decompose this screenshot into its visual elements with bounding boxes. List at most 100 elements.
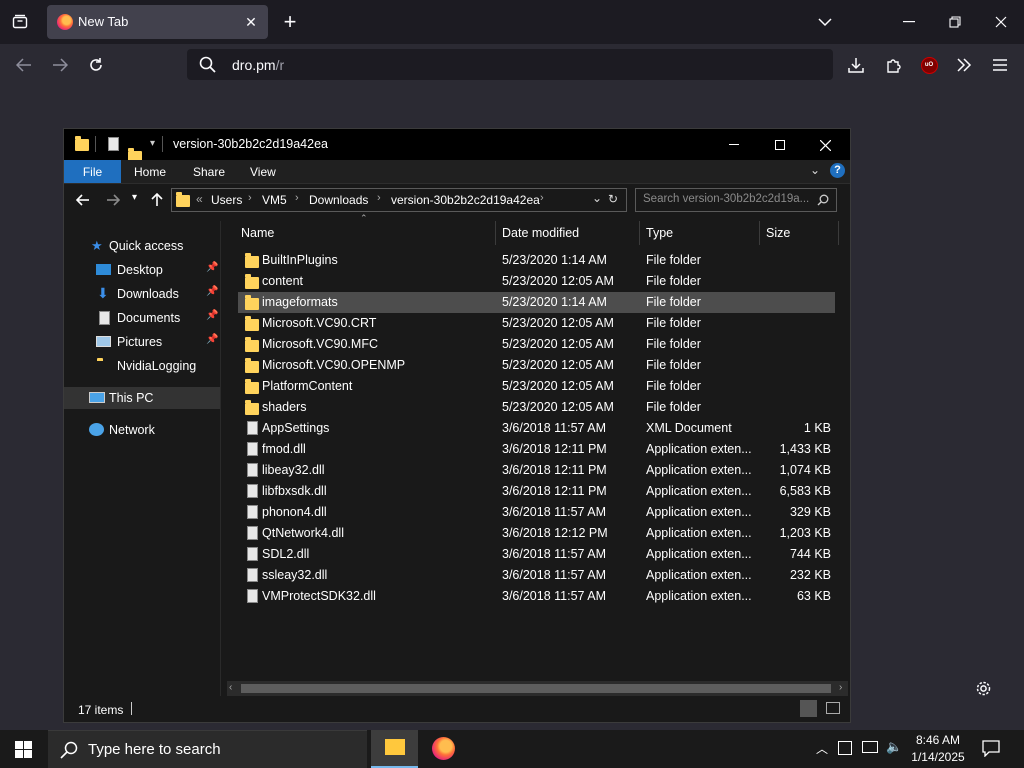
column-type[interactable]: Type	[646, 226, 673, 240]
chevron-right-icon[interactable]: ›	[540, 192, 544, 204]
maximize-icon[interactable]	[770, 135, 790, 155]
file-row[interactable]: ssleay32.dll 3/6/2018 11:57 AM Application…	[238, 565, 835, 586]
ribbon-tab-file[interactable]: File	[64, 160, 121, 183]
large-icons-view-icon[interactable]	[826, 702, 840, 714]
file-row[interactable]: fmod.dll 3/6/2018 12:11 PM Application ext…	[238, 439, 835, 460]
file-row[interactable]: SDL2.dll 3/6/2018 11:57 AM Application ext…	[238, 544, 835, 565]
back-arrow-icon[interactable]	[12, 54, 36, 76]
reload-icon[interactable]	[84, 54, 108, 76]
file-row[interactable]: PlatformContent 5/23/2020 12:05 AM File fo…	[238, 376, 835, 397]
scroll-right-icon[interactable]: ›	[839, 682, 842, 693]
address-bar[interactable]: « Users › VM5 › Downloads › version-30b2…	[171, 188, 627, 212]
pin-icon[interactable]: 📌	[206, 262, 218, 273]
tab-new-tab[interactable]: New Tab ✕	[47, 5, 268, 39]
column-separator[interactable]	[495, 221, 496, 245]
chevron-right-icon[interactable]: ›	[377, 192, 381, 204]
recent-locations-icon[interactable]: ▾	[132, 192, 137, 203]
puzzle-icon[interactable]	[881, 54, 905, 76]
taskbar-search[interactable]: Type here to search	[48, 730, 367, 768]
breadcrumb-overflow[interactable]: «	[196, 192, 203, 206]
file-row[interactable]: phonon4.dll 3/6/2018 11:57 AM Application …	[238, 502, 835, 523]
file-row[interactable]: libeay32.dll 3/6/2018 12:11 PM Application…	[238, 460, 835, 481]
address-history-icon[interactable]: ⌄	[592, 191, 602, 205]
restore-icon[interactable]	[944, 12, 966, 32]
horizontal-scrollbar[interactable]: ‹ ›	[227, 681, 848, 696]
pin-icon[interactable]: 📌	[206, 286, 218, 297]
collections-icon[interactable]	[8, 12, 32, 32]
file-row[interactable]: BuiltInPlugins 5/23/2020 1:14 AM File fold…	[238, 250, 835, 271]
windows-start-icon[interactable]	[15, 741, 32, 763]
file-row[interactable]: imageformats 5/23/2020 1:14 AM File folder	[238, 292, 835, 313]
breadcrumb-vm5[interactable]: VM5	[262, 193, 287, 207]
column-size[interactable]: Size	[766, 226, 790, 240]
column-name[interactable]: Name	[241, 226, 274, 240]
nav-pictures[interactable]: Pictures 📌	[64, 331, 220, 353]
help-icon[interactable]: ?	[830, 163, 845, 178]
nav-desktop[interactable]: Desktop 📌	[64, 259, 220, 281]
network-status-icon[interactable]	[862, 741, 878, 753]
breadcrumb-users[interactable]: Users	[211, 193, 242, 207]
nav-quick-access[interactable]: ★ Quick access	[64, 235, 220, 257]
chevron-right-icon[interactable]: ›	[295, 192, 299, 204]
column-separator[interactable]	[838, 221, 839, 245]
scrollbar-thumb[interactable]	[241, 684, 831, 693]
show-hidden-icons-icon[interactable]: ︿	[816, 740, 828, 757]
column-separator[interactable]	[639, 221, 640, 245]
column-separator[interactable]	[759, 221, 760, 245]
column-date-modified[interactable]: Date modified	[502, 226, 579, 240]
notifications-icon[interactable]	[982, 739, 1000, 762]
pin-icon[interactable]: 📌	[206, 334, 218, 345]
ribbon-tab-view[interactable]: View	[250, 165, 276, 179]
taskbar-search-input[interactable]: Type here to search	[88, 741, 221, 758]
list-all-tabs-icon[interactable]	[815, 12, 835, 32]
close-window-icon[interactable]	[990, 12, 1012, 32]
nav-downloads[interactable]: ⬇ Downloads 📌	[64, 283, 220, 305]
nav-documents[interactable]: Documents 📌	[64, 307, 220, 329]
nav-this-pc[interactable]: This PC	[64, 387, 220, 409]
taskbar-clock[interactable]: 8:46 AM 1/14/2025	[902, 732, 974, 766]
file-row[interactable]: QtNetwork4.dll 3/6/2018 12:12 PM Applicati…	[238, 523, 835, 544]
taskbar-firefox[interactable]	[420, 730, 467, 768]
back-arrow-icon[interactable]	[74, 191, 92, 209]
details-view-icon[interactable]	[800, 700, 817, 717]
download-icon[interactable]	[844, 54, 868, 76]
hamburger-menu-icon[interactable]	[988, 54, 1012, 76]
search-input[interactable]: Search version-30b2b2c2d19a...	[643, 193, 809, 205]
file-row[interactable]: Microsoft.VC90.CRT 5/23/2020 12:05 AM File…	[238, 313, 835, 334]
nav-nvidialogging[interactable]: NvidiaLogging	[64, 355, 220, 377]
ribbon-tab-share[interactable]: Share	[193, 165, 225, 179]
minimize-icon[interactable]	[898, 12, 920, 32]
up-arrow-icon[interactable]	[148, 191, 166, 209]
file-row[interactable]: AppSettings 3/6/2018 11:57 AM XML Document…	[238, 418, 835, 439]
file-row[interactable]: shaders 5/23/2020 12:05 AM File folder	[238, 397, 835, 418]
ublock-icon[interactable]: uO	[918, 54, 940, 76]
breadcrumb-current[interactable]: version-30b2b2c2d19a42ea	[391, 193, 540, 207]
security-icon[interactable]	[838, 741, 852, 755]
new-tab-button[interactable]: +	[278, 9, 302, 34]
file-row[interactable]: VMProtectSDK32.dll 3/6/2018 11:57 AM Appli…	[238, 586, 835, 607]
nav-network[interactable]: Network	[64, 419, 220, 441]
volume-muted-icon[interactable]: 🔈	[886, 739, 902, 755]
ribbon-tab-home[interactable]: Home	[134, 165, 166, 179]
file-row[interactable]: content 5/23/2020 12:05 AM File folder	[238, 271, 835, 292]
forward-arrow-icon[interactable]	[104, 191, 122, 209]
file-row[interactable]: libfbxsdk.dll 3/6/2018 12:11 PM Applicatio…	[238, 481, 835, 502]
chevron-down-icon[interactable]: ▾	[150, 138, 155, 149]
expand-ribbon-icon[interactable]: ⌄	[810, 163, 820, 177]
chevron-right-icon[interactable]: ›	[248, 192, 252, 204]
close-tab-icon[interactable]: ✕	[241, 12, 261, 32]
scroll-left-icon[interactable]: ‹	[229, 682, 232, 693]
minimize-icon[interactable]	[724, 135, 744, 155]
chevron-double-right-icon[interactable]	[952, 54, 976, 76]
file-row[interactable]: Microsoft.VC90.MFC 5/23/2020 12:05 AM File…	[238, 334, 835, 355]
search-box[interactable]: Search version-30b2b2c2d19a...	[635, 188, 837, 212]
properties-icon[interactable]	[108, 137, 119, 151]
breadcrumb-downloads[interactable]: Downloads	[309, 193, 368, 207]
refresh-icon[interactable]: ↻	[608, 192, 618, 206]
url-bar[interactable]: dro.pm/r	[187, 49, 833, 80]
taskbar-file-explorer[interactable]	[371, 730, 418, 768]
forward-arrow-icon[interactable]	[48, 54, 72, 76]
file-row[interactable]: Microsoft.VC90.OPENMP 5/23/2020 12:05 AM F…	[238, 355, 835, 376]
pin-icon[interactable]: 📌	[206, 310, 218, 321]
gear-icon[interactable]	[972, 677, 994, 699]
